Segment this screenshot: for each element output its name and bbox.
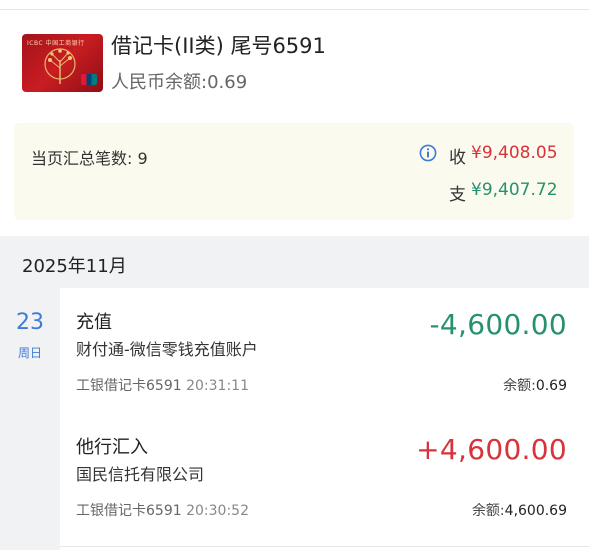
day-weekday: 周日 xyxy=(17,346,42,360)
transaction-amount: -4,600.00 xyxy=(429,308,567,341)
info-icon[interactable] xyxy=(419,144,437,162)
transaction-counterparty: 国民信托有限公司 xyxy=(76,465,205,484)
day-number: 23 xyxy=(16,310,44,335)
date-column: 23 周日 xyxy=(0,288,60,550)
top-divider xyxy=(0,9,589,10)
income-label: 收 xyxy=(449,148,466,168)
tree-emblem-icon xyxy=(44,48,76,84)
expense-label: 支 xyxy=(449,185,466,205)
month-label: 2025年11月 xyxy=(22,256,127,277)
transaction-account: 工银借记卡6591 xyxy=(76,503,182,519)
balance-label: 余额: xyxy=(471,503,505,519)
expense-amount: ¥9,407.72 xyxy=(471,180,558,200)
card-title: 借记卡(II类) 尾号6591 xyxy=(111,34,326,58)
transaction-counterparty: 财付通-微信零钱充值账户 xyxy=(76,340,258,359)
unionpay-logo-icon xyxy=(81,74,97,85)
transaction-title: 他行汇入 xyxy=(76,437,148,458)
transaction-meta: 工银借记卡6591 20:30:52 xyxy=(76,500,249,520)
page-summary: 当页汇总笔数: 9 收 ¥9,408.05 支 ¥9,407.72 xyxy=(14,123,574,220)
transaction-amount: +4,600.00 xyxy=(416,433,567,466)
summary-count: 当页汇总笔数: 9 xyxy=(31,149,148,168)
transaction-balance: 余额:4,600.69 xyxy=(472,500,567,520)
balance-value: 4,600.69 xyxy=(504,503,567,519)
card-balance: 人民币余额:0.69 xyxy=(111,72,248,93)
transaction-item[interactable]: 充值 财付通-微信零钱充值账户 -4,600.00 工银借记卡6591 20:3… xyxy=(60,288,589,413)
bottom-divider xyxy=(60,546,589,547)
income-amount: ¥9,408.05 xyxy=(471,143,558,163)
balance-value: 0.69 xyxy=(535,378,567,394)
transaction-item[interactable]: 他行汇入 国民信托有限公司 +4,600.00 工银借记卡6591 20:30:… xyxy=(60,413,589,538)
bank-card-image: ICBC 中国工商银行 xyxy=(22,34,103,92)
transaction-meta: 工银借记卡6591 20:31:11 xyxy=(76,375,249,395)
balance-label: 余额: xyxy=(503,378,536,394)
transaction-balance: 余额:0.69 xyxy=(503,375,567,395)
transaction-time: 20:30:52 xyxy=(186,503,249,519)
transaction-account: 工银借记卡6591 xyxy=(76,378,182,394)
transaction-title: 充值 xyxy=(76,312,112,333)
transaction-time: 20:31:11 xyxy=(186,378,249,394)
month-header: 2025年11月 xyxy=(0,236,589,288)
